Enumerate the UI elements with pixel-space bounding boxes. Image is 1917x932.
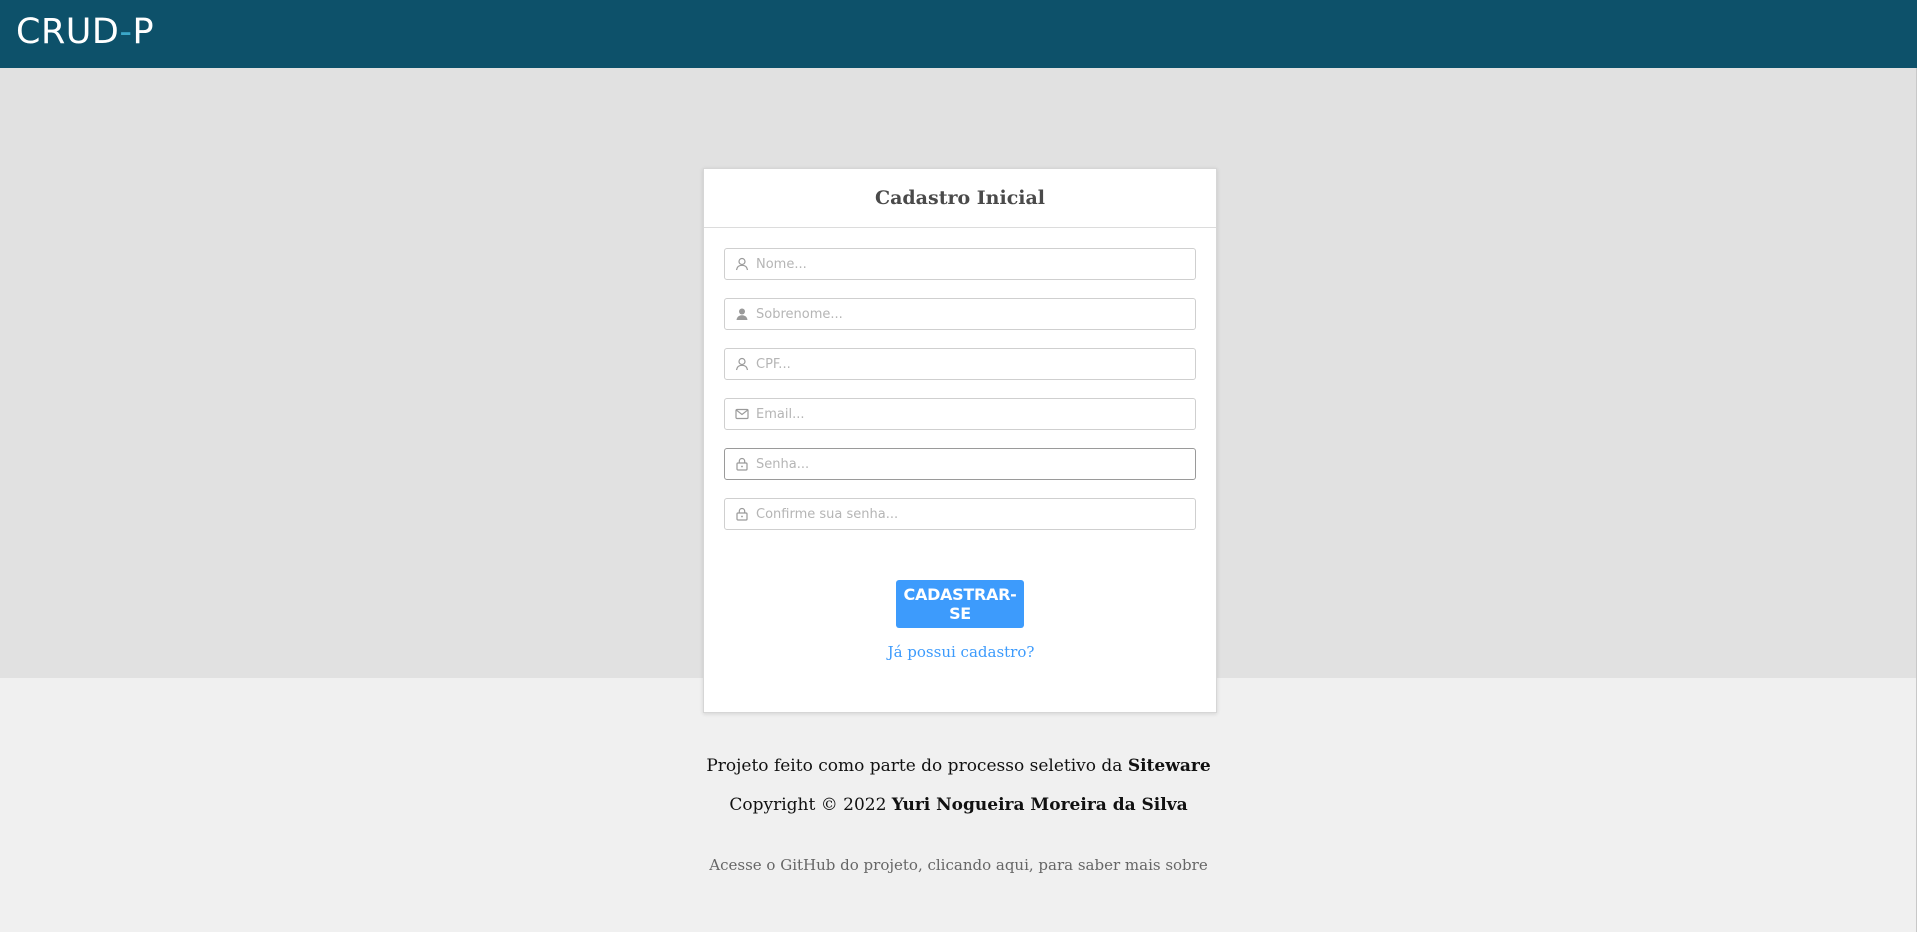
footer-project-note: Projeto feito como parte do processo sel…	[0, 756, 1917, 776]
main-content: Cadastro Inicial Nome... Sobrenome... CP…	[0, 68, 1917, 713]
last-name-field[interactable]	[724, 298, 1196, 330]
first-name-field[interactable]	[724, 248, 1196, 280]
password-input[interactable]	[756, 449, 1186, 479]
brand-text-right: P	[132, 12, 155, 52]
top-navbar: CRUD-P	[0, 0, 1917, 68]
brand-dash: -	[119, 12, 133, 52]
password-field[interactable]	[724, 448, 1196, 480]
footer-company-name: Siteware	[1127, 756, 1211, 776]
signup-button[interactable]: CADASTRAR-SE	[896, 580, 1024, 628]
last-name-input[interactable]	[756, 299, 1186, 329]
lock-icon	[736, 507, 748, 521]
user-outline-icon	[735, 257, 749, 271]
footer-github-link[interactable]: Acesse o GitHub do projeto, clicando aqu…	[0, 856, 1917, 874]
footer-copyright-text: Copyright © 2022	[729, 795, 892, 815]
email-field[interactable]	[724, 398, 1196, 430]
cpf-field[interactable]	[724, 348, 1196, 380]
card-title: Cadastro Inicial	[874, 187, 1046, 209]
user-outline-icon	[735, 357, 749, 371]
brand-logo[interactable]: CRUD-P	[16, 10, 154, 54]
footer-copyright: Copyright © 2022 Yuri Nogueira Moreira d…	[0, 795, 1917, 815]
footer-author-name: Yuri Nogueira Moreira da Silva	[891, 795, 1188, 815]
cpf-input[interactable]	[756, 349, 1186, 379]
email-input[interactable]	[756, 399, 1186, 429]
lock-icon	[736, 457, 748, 471]
footer-project-text: Projeto feito como parte do processo sel…	[706, 756, 1128, 776]
user-filled-icon	[736, 308, 748, 320]
confirm-password-field[interactable]	[724, 498, 1196, 530]
envelope-icon	[735, 408, 749, 420]
card-header: Cadastro Inicial	[704, 169, 1216, 228]
brand-text-left: CRUD	[16, 12, 120, 52]
first-name-input[interactable]	[756, 249, 1186, 279]
already-registered-link[interactable]: Já possui cadastro?	[704, 643, 1218, 661]
confirm-password-input[interactable]	[756, 499, 1186, 529]
signup-card: Cadastro Inicial Nome... Sobrenome... CP…	[703, 168, 1217, 713]
